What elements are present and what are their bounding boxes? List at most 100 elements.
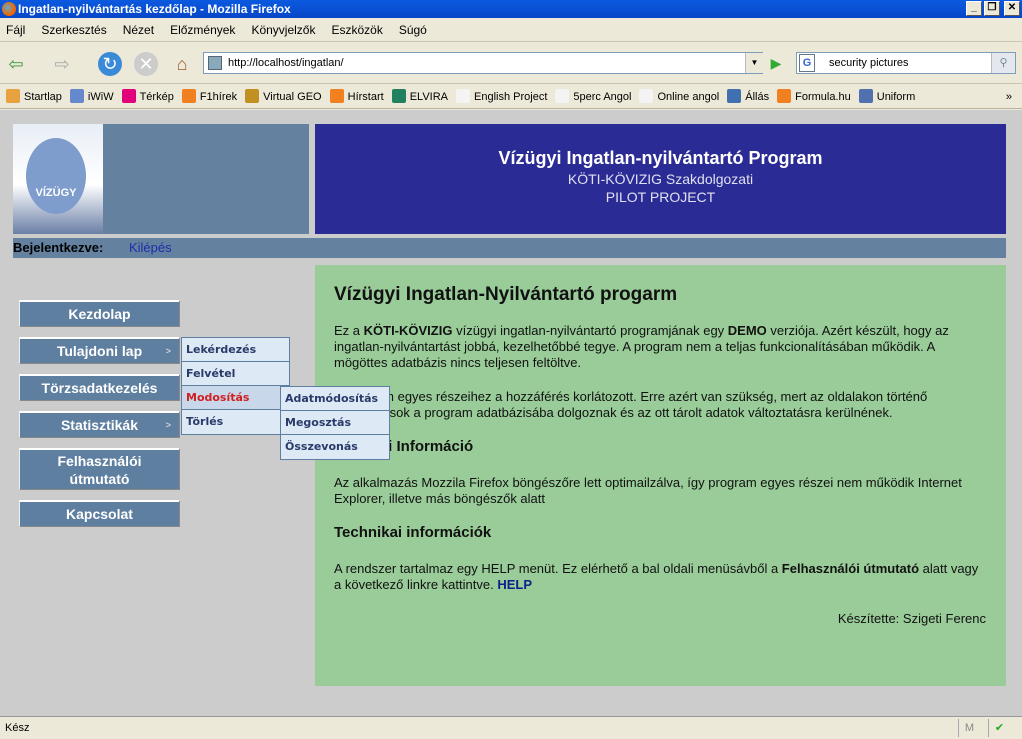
security-ok-icon[interactable]: ✔ bbox=[988, 719, 1010, 737]
bookmark-item[interactable]: Hírstart bbox=[329, 85, 384, 109]
logo-emblem: VÍZÜGY bbox=[26, 138, 86, 214]
bookmark-icon bbox=[456, 89, 470, 103]
bookmark-icon bbox=[777, 89, 792, 103]
bookmark-icon bbox=[639, 89, 654, 103]
submenu-item-lekerdezes[interactable]: Lekérdezés bbox=[182, 338, 289, 362]
tech-info-heading: Technikai információk bbox=[334, 524, 492, 541]
go-button[interactable]: ▶ bbox=[765, 52, 787, 74]
bookmark-item[interactable]: Online angol bbox=[639, 85, 719, 109]
bookmark-label: Uniform bbox=[876, 91, 916, 103]
search-input[interactable]: Gsecurity pictures ⚲ bbox=[796, 52, 1016, 74]
menu-button-statisztikak[interactable]: Statisztikák > bbox=[19, 411, 179, 437]
header-subtitle-2: PILOT PROJECT bbox=[605, 189, 716, 205]
logout-link[interactable]: Kilépés bbox=[129, 240, 172, 255]
minimize-button[interactable]: _ bbox=[966, 1, 982, 16]
forward-icon[interactable]: ⇨ bbox=[50, 52, 74, 76]
header-title: Vízügyi Ingatlan-nyilvántartó Program bbox=[498, 148, 823, 168]
content-title: Vízügyi Ingatlan-Nyilvántartó progarm bbox=[334, 284, 678, 305]
menu-bar: Fájl Szerkesztés Nézet Előzmények Könyvjelző… bbox=[0, 18, 1022, 42]
tulajdoni-lap-submenu: Lekérdezés Felvétel Modosítás Törlés bbox=[181, 337, 290, 435]
menu-history[interactable]: Előzmények bbox=[170, 23, 235, 37]
bookmark-item[interactable]: Virtual GEO bbox=[245, 85, 322, 109]
menu-button-felhasznaloi-utmutato[interactable]: Felhasználói útmutató bbox=[19, 448, 179, 489]
bookmark-item[interactable]: English Project bbox=[456, 85, 547, 109]
submenu-arrow-icon: > bbox=[165, 420, 171, 430]
bookmark-item[interactable]: iWiW bbox=[69, 85, 114, 109]
menu-button-kezdolap[interactable]: Kezdolap bbox=[19, 300, 179, 326]
menu-button-kapcsolat[interactable]: Kapcsolat bbox=[19, 500, 179, 526]
back-icon[interactable]: ⇦ bbox=[4, 52, 28, 76]
reload-icon[interactable]: ↻ bbox=[98, 52, 122, 76]
home-icon[interactable]: ⌂ bbox=[170, 52, 194, 76]
stop-icon[interactable]: ✕ bbox=[134, 52, 158, 76]
menu-button-torzsadatkezeles[interactable]: Törzsadatkezelés bbox=[19, 374, 179, 400]
site-favicon bbox=[208, 56, 222, 70]
bookmark-item[interactable]: F1hírek bbox=[181, 85, 238, 109]
bookmark-item[interactable]: Startlap bbox=[6, 85, 62, 109]
bookmark-label: Térkép bbox=[139, 91, 174, 103]
bookmark-label: ELVIRA bbox=[409, 91, 448, 103]
submenu-item-osszevonas[interactable]: Összevonás bbox=[281, 435, 389, 459]
submenu-item-torles[interactable]: Törlés bbox=[182, 410, 289, 434]
bookmark-label: Startlap bbox=[24, 91, 62, 103]
bookmark-icon bbox=[858, 89, 873, 103]
url-text: http://localhost/ingatlan/ bbox=[228, 57, 344, 69]
main-content: Vízügyi Ingatlan-Nyilvántartó progarm Ez… bbox=[315, 265, 1006, 686]
bookmark-item[interactable]: 5perc Angol bbox=[555, 85, 631, 109]
status-text: Kész bbox=[5, 722, 30, 734]
bookmark-label: Állás bbox=[745, 91, 770, 103]
submenu-item-felvetel[interactable]: Felvétel bbox=[182, 362, 289, 386]
bookmark-item[interactable]: Térkép bbox=[121, 85, 174, 109]
bookmark-label: Online angol bbox=[657, 91, 720, 103]
browser-paragraph: Az alkalmazás Mozzila Firefox böngészőre… bbox=[334, 475, 962, 506]
bookmark-icon bbox=[391, 89, 406, 103]
submenu-item-modositas[interactable]: Modosítás bbox=[182, 386, 289, 410]
menu-help[interactable]: Súgó bbox=[399, 23, 427, 37]
intro-paragraph: Ez a KÖTI-KÖVIZIG vízügyi ingatlan-nyilv… bbox=[334, 323, 949, 370]
window-titlebar: Ingatlan-nyilvántartás kezdőlap - Mozill… bbox=[0, 0, 1022, 18]
bookmark-item[interactable]: Állás bbox=[727, 85, 769, 109]
menu-tools[interactable]: Eszközök bbox=[331, 23, 382, 37]
bookmark-label: Hírstart bbox=[347, 91, 384, 103]
help-paragraph: A rendszer tartalmaz egy HELP menüt. Ez … bbox=[334, 561, 979, 592]
author-signature: Készítette: Szigeti Ferenc bbox=[837, 611, 986, 626]
bookmark-item[interactable]: Formula.hu bbox=[777, 85, 851, 109]
window-title: Ingatlan-nyilvántartás kezdőlap - Mozill… bbox=[18, 2, 291, 16]
bookmark-label: Formula.hu bbox=[795, 91, 851, 103]
bookmark-item[interactable]: ELVIRA bbox=[391, 85, 448, 109]
close-button[interactable]: ✕ bbox=[1004, 1, 1020, 16]
menu-file[interactable]: Fájl bbox=[6, 23, 25, 37]
bookmark-icon bbox=[121, 89, 136, 103]
login-bar: Bejelentkezve: Kilépés bbox=[13, 238, 1006, 258]
bookmarks-toolbar: Startlap iWiW Térkép F1hírek Virtual GEO Hírs… bbox=[0, 85, 1022, 109]
bookmark-label: Virtual GEO bbox=[263, 91, 322, 103]
search-text: security pictures bbox=[829, 57, 909, 69]
search-icon[interactable]: ⚲ bbox=[991, 53, 1015, 73]
page-viewport: VÍZÜGY Vízügyi Ingatlan-nyilvántartó Pro… bbox=[0, 110, 1022, 716]
url-dropdown-button[interactable]: ▼ bbox=[745, 53, 763, 73]
bookmark-icon bbox=[555, 89, 570, 103]
url-input[interactable]: http://localhost/ingatlan/ bbox=[203, 52, 763, 74]
maximize-button[interactable]: ❐ bbox=[984, 1, 1000, 16]
firefox-icon bbox=[2, 2, 16, 16]
bookmark-label: F1hírek bbox=[199, 91, 238, 103]
page-header: Vízügyi Ingatlan-nyilvántartó Program KÖ… bbox=[315, 124, 1006, 234]
submenu-item-megosztas[interactable]: Megosztás bbox=[281, 411, 389, 435]
bookmark-icon bbox=[245, 89, 260, 103]
submenu-item-adatmodositas[interactable]: Adatmódosítás bbox=[281, 387, 389, 411]
bookmark-icon bbox=[727, 89, 742, 103]
menu-bookmarks[interactable]: Könyvjelzők bbox=[251, 23, 315, 37]
search-engine-icon[interactable]: G bbox=[799, 54, 815, 72]
login-label: Bejelentkezve: bbox=[13, 240, 104, 255]
technical-heading: Műszaki Információ bbox=[334, 438, 474, 455]
bookmark-item[interactable]: Uniform bbox=[858, 85, 916, 109]
status-bar: Kész M ✔ bbox=[0, 716, 1022, 739]
mail-icon[interactable]: M bbox=[958, 719, 980, 737]
menu-button-tulajdoni-lap[interactable]: Tulajdoni lap > bbox=[19, 337, 179, 363]
help-link[interactable]: HELP bbox=[497, 577, 532, 592]
bookmark-icon bbox=[329, 89, 344, 103]
bookmark-icon bbox=[69, 89, 84, 103]
menu-view[interactable]: Nézet bbox=[123, 23, 154, 37]
menu-edit[interactable]: Szerkesztés bbox=[41, 23, 106, 37]
bookmarks-more-button[interactable]: » bbox=[1006, 85, 1012, 109]
